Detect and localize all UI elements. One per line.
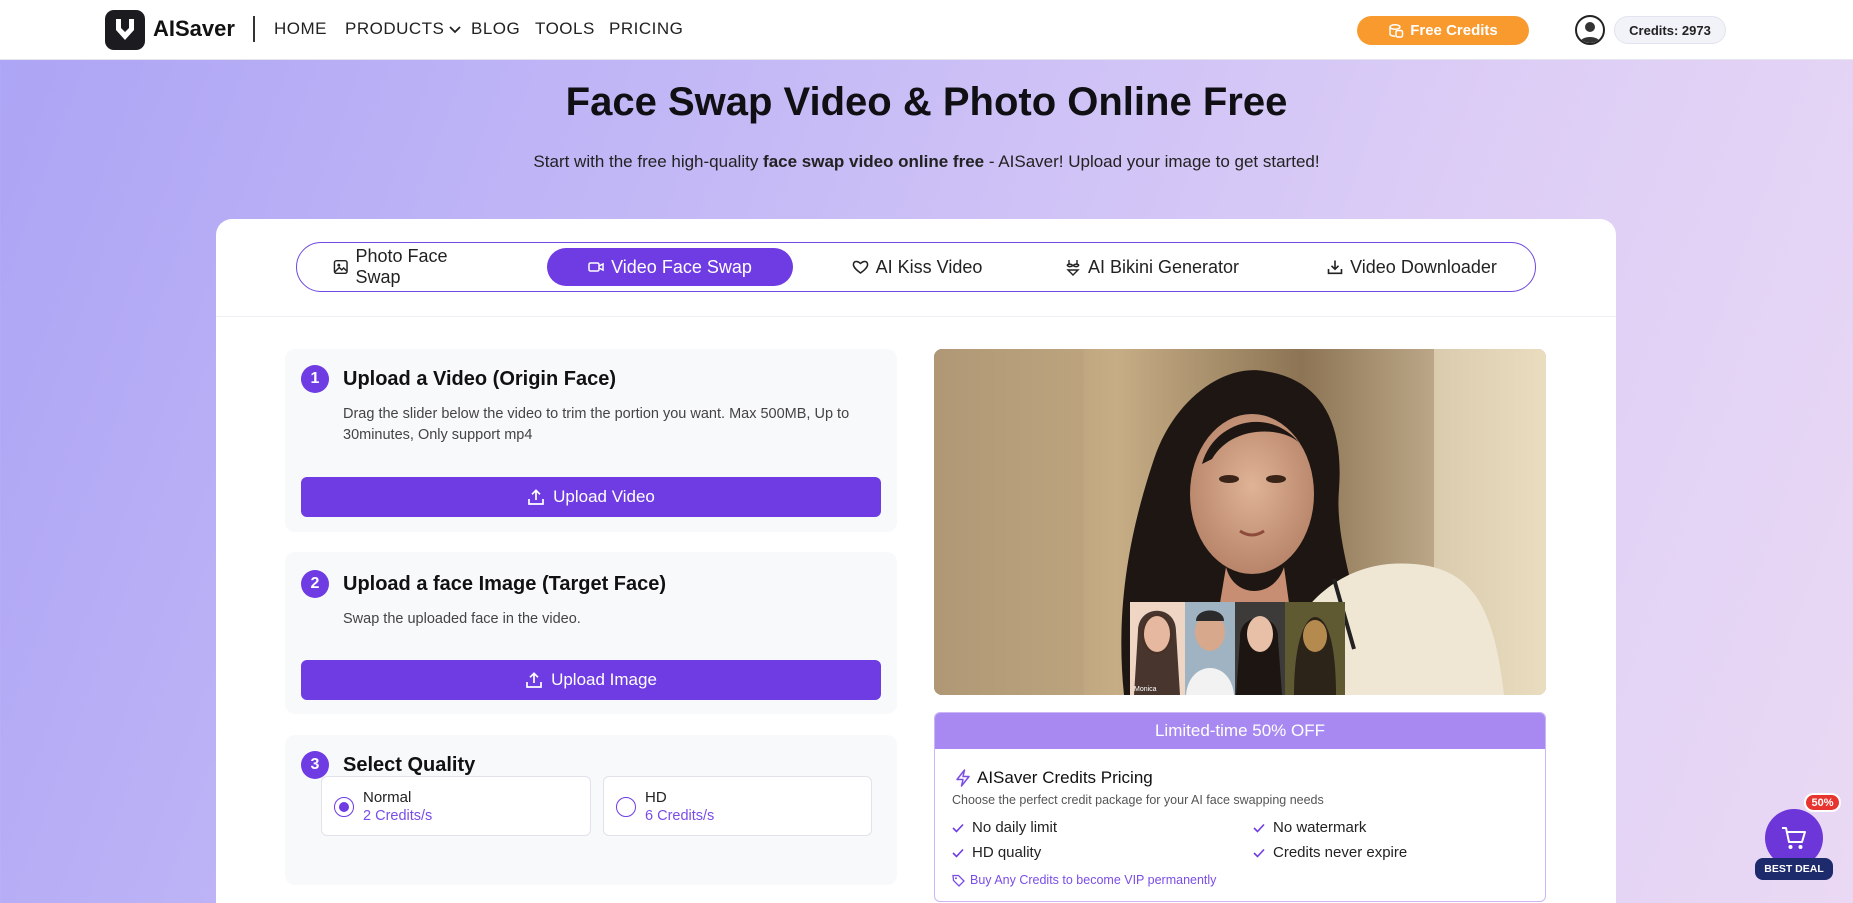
pricing-description: Choose the perfect credit package for yo… (952, 793, 1324, 807)
check-icon (1253, 823, 1265, 833)
image-icon (333, 259, 348, 275)
feature-item: Credits never expire (1253, 844, 1407, 861)
subtitle-bold: face swap video online free (763, 152, 985, 171)
tab-label: AI Kiss Video (875, 256, 983, 277)
step-upload-image: 2 Upload a face Image (Target Face) Swap… (285, 552, 897, 714)
step-upload-video: 1 Upload a Video (Origin Face) Drag the … (285, 349, 897, 532)
nav-pricing[interactable]: PRICING (609, 19, 683, 39)
free-credits-button[interactable]: Free Credits (1357, 16, 1529, 45)
brand-name[interactable]: AISaver (153, 16, 235, 42)
nav-products[interactable]: PRODUCTS (345, 19, 462, 39)
chevron-down-icon (449, 26, 462, 34)
nav-separator (253, 16, 255, 42)
button-label: Upload Image (551, 670, 657, 689)
demo-video-preview[interactable]: Monica (934, 349, 1546, 695)
page-title: Face Swap Video & Photo Online Free (565, 80, 1288, 124)
bikini-icon (1066, 259, 1080, 276)
feature-label: HD quality (972, 844, 1042, 861)
vip-label: Buy Any Credits to become VIP permanentl… (970, 873, 1217, 887)
coins-icon (1389, 23, 1404, 38)
option-name: Normal (363, 789, 412, 806)
upload-image-button[interactable]: Upload Image (301, 660, 881, 700)
step-number: 1 (301, 365, 329, 393)
button-label: Upload Video (553, 487, 655, 506)
radio-selected[interactable] (334, 797, 354, 817)
step-title: Upload a face Image (Target Face) (343, 573, 667, 595)
step-number: 2 (301, 570, 329, 598)
upload-icon (528, 489, 544, 505)
tab-label: AI Bikini Generator (1087, 256, 1240, 277)
vip-link[interactable]: Buy Any Credits to become VIP permanentl… (952, 873, 1216, 887)
tab-ai-kiss-video[interactable]: AI Kiss Video (837, 248, 997, 286)
discount-badge: 50% (1804, 793, 1841, 812)
credits-balance: Credits: 2973 (1614, 16, 1726, 44)
feature-item: No daily limit (952, 819, 1057, 836)
quality-option-normal[interactable]: Normal 2 Credits/s (321, 776, 591, 836)
nav-products-label: PRODUCTS (345, 19, 445, 38)
tool-tabs: Photo Face Swap Video Face Swap AI Kiss … (296, 242, 1536, 292)
page-subtitle: Start with the free high-quality face sw… (0, 152, 1853, 172)
video-icon (588, 262, 604, 272)
tag-icon (952, 874, 965, 887)
top-navbar: AISaver HOME PRODUCTS BLOG TOOLS PRICING… (0, 0, 1853, 60)
tab-label: Video Face Swap (611, 256, 752, 277)
cart-icon (1782, 827, 1806, 849)
pricing-promo-card: Limited-time 50% OFF AISaver Credits Pri… (934, 712, 1546, 902)
quality-option-hd[interactable]: HD 6 Credits/s (603, 776, 872, 836)
check-icon (952, 823, 964, 833)
upload-video-button[interactable]: Upload Video (301, 477, 881, 517)
step-title: Select Quality (343, 754, 476, 776)
nav-home[interactable]: HOME (274, 19, 327, 39)
pricing-title-row: AISaver Credits Pricing (955, 768, 1153, 788)
feature-label: No watermark (1273, 819, 1367, 836)
feature-label: Credits never expire (1273, 844, 1408, 861)
tab-video-face-swap[interactable]: Video Face Swap (547, 248, 793, 286)
tab-photo-face-swap[interactable]: Photo Face Swap (333, 246, 493, 287)
step-description: Swap the uploaded face in the video. (343, 611, 581, 627)
download-icon (1327, 260, 1343, 275)
heart-icon (852, 260, 868, 274)
face-thumbnails: Monica (1130, 602, 1345, 695)
feature-item: HD quality (952, 844, 1041, 861)
tab-video-downloader[interactable]: Video Downloader (1317, 248, 1507, 286)
nav-tools[interactable]: TOOLS (535, 19, 595, 39)
nav-blog[interactable]: BLOG (471, 19, 520, 39)
tabs-divider (216, 316, 1616, 317)
feature-label: No daily limit (972, 819, 1058, 836)
thumbnail-caption: Monica (1134, 686, 1157, 693)
check-icon (1253, 848, 1265, 858)
free-credits-label: Free Credits (1410, 22, 1498, 39)
option-name: HD (645, 789, 667, 806)
tab-ai-bikini-generator[interactable]: AI Bikini Generator (1052, 248, 1252, 286)
step-title: Upload a Video (Origin Face) (343, 368, 617, 390)
aisaver-logo-icon[interactable] (105, 10, 145, 50)
tab-label: Photo Face Swap (355, 246, 448, 287)
step-description: Drag the slider below the video to trim … (343, 406, 850, 443)
tab-label: Video Downloader (1350, 256, 1497, 277)
step-number: 3 (301, 751, 329, 779)
radio-unselected[interactable] (616, 797, 636, 817)
lightning-icon (956, 769, 970, 787)
subtitle-pre: Start with the free high-quality (533, 152, 764, 171)
subtitle-post: - AISaver! Upload your image to get star… (984, 152, 1320, 171)
option-credits: 2 Credits/s (363, 808, 433, 824)
promo-banner[interactable]: Limited-time 50% OFF (935, 713, 1545, 749)
check-icon (952, 848, 964, 858)
pricing-title: AISaver Credits Pricing (977, 768, 1153, 787)
option-credits: 6 Credits/s (645, 808, 715, 824)
upload-icon (526, 672, 542, 688)
user-avatar[interactable] (1575, 15, 1605, 45)
feature-item: No watermark (1253, 819, 1366, 836)
best-deal-label[interactable]: BEST DEAL (1755, 858, 1833, 880)
